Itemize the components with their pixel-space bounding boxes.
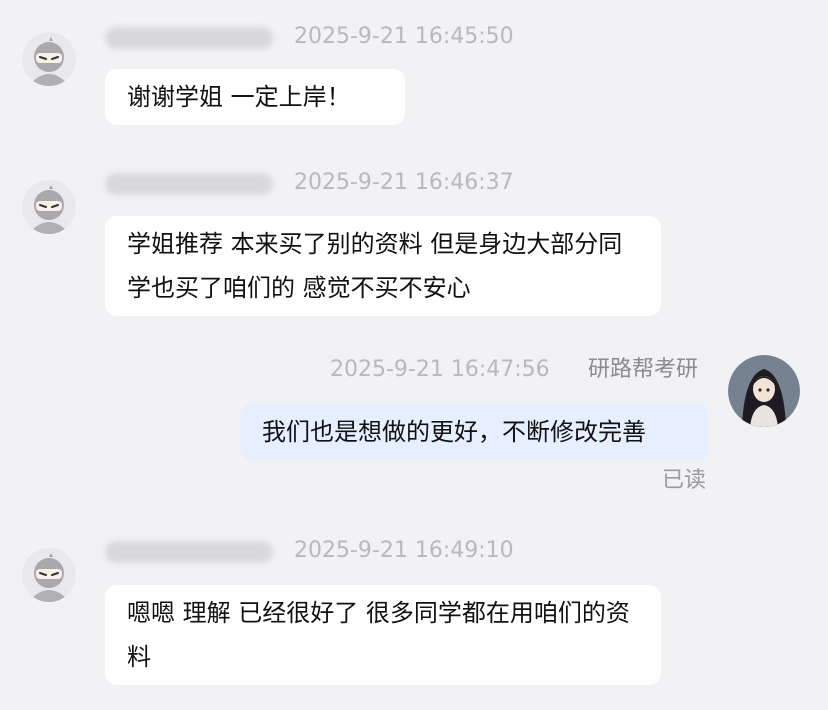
message-bubble[interactable]: 学姐推荐 本来买了别的资料 但是身边大部分同学也买了咱们的 感觉不买不安心 <box>105 216 661 316</box>
sender-name: 研路帮考研 <box>588 357 699 382</box>
sender-name-blurred <box>105 541 273 563</box>
message-timestamp: 2025-9-21 16:46:37 <box>294 170 514 195</box>
message-timestamp: 2025-9-21 16:45:50 <box>294 24 514 49</box>
message-text: 学姐推荐 本来买了别的资料 但是身边大部分同学也买了咱们的 感觉不买不安心 <box>127 230 623 302</box>
read-status: 已读 <box>662 468 707 493</box>
ninja-avatar-icon <box>22 548 76 602</box>
message-text: 谢谢学姐 一定上岸！ <box>127 83 351 111</box>
ninja-avatar-icon <box>22 180 76 234</box>
message-timestamp: 2025-9-21 16:47:56 <box>330 357 550 382</box>
sender-name-blurred <box>105 27 273 49</box>
own-avatar[interactable] <box>728 355 800 427</box>
sender-avatar[interactable] <box>22 548 76 602</box>
message-bubble-outgoing[interactable]: 我们也是想做的更好，不断修改完善 <box>240 404 708 460</box>
sender-avatar[interactable] <box>22 180 76 234</box>
message-bubble[interactable]: 谢谢学姐 一定上岸！ <box>105 69 405 125</box>
sender-name-blurred <box>105 173 273 195</box>
ninja-avatar-icon <box>22 32 76 86</box>
message-timestamp: 2025-9-21 16:49:10 <box>294 538 514 563</box>
message-text: 嗯嗯 理解 已经很好了 很多同学都在用咱们的资料 <box>127 599 630 671</box>
sender-avatar[interactable] <box>22 32 76 86</box>
user-avatar-photo <box>728 355 800 427</box>
message-text: 我们也是想做的更好，不断修改完善 <box>262 418 646 446</box>
message-bubble[interactable]: 嗯嗯 理解 已经很好了 很多同学都在用咱们的资料 <box>105 585 661 685</box>
